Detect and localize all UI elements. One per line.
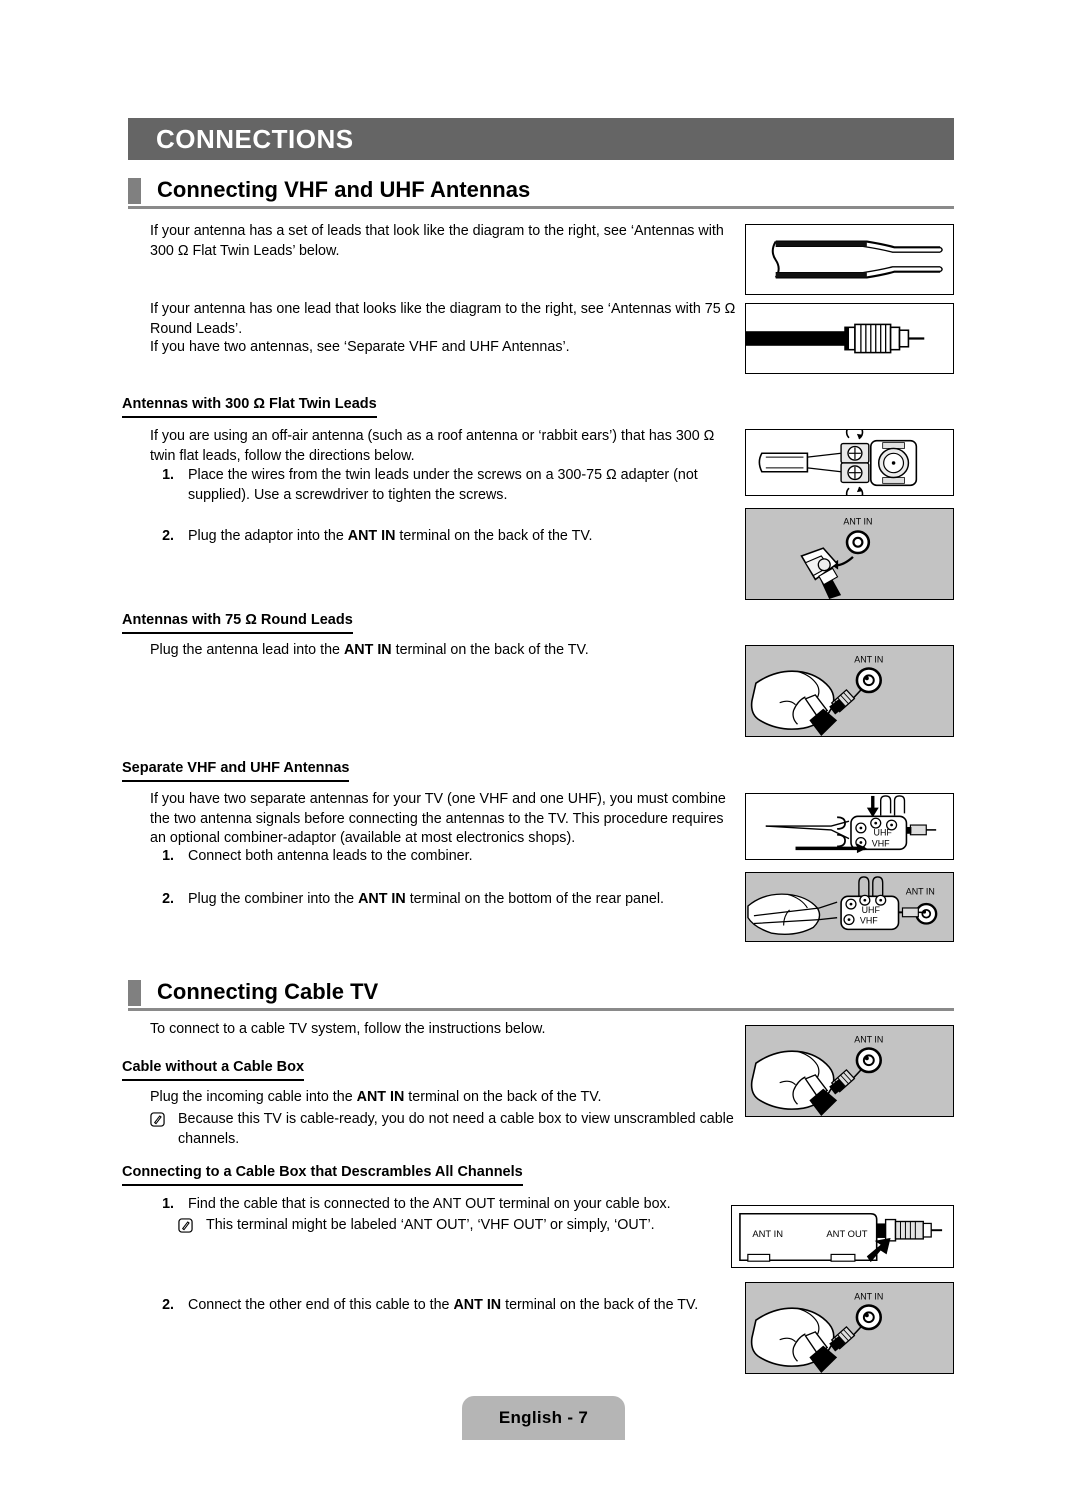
separate-body-line3: optional combiner-adaptor (available at … [169, 830, 576, 846]
descramble-step-1: 1. Find the cable that is connected to t… [150, 1195, 735, 1215]
step-number: 1. [162, 848, 174, 864]
no-box-note-line2: channels. [178, 1130, 240, 1147]
flat-twin-body: If you are using an off-air antenna (suc… [150, 427, 740, 466]
svg-text:UHF: UHF [874, 828, 893, 838]
svg-text:ANT IN: ANT IN [906, 886, 935, 896]
step2-part-c: terminal on the back of the TV. [395, 528, 593, 544]
desc-step2-term-ant-in: ANT IN [453, 1297, 502, 1313]
no-box-note-line1: Because this TV is cable-ready, you do n… [178, 1111, 734, 1127]
step-text: Connect both antenna leads to the combin… [188, 848, 473, 864]
round-leads-part-c: terminal on the back of the TV. [391, 642, 589, 658]
desc-step2-part-c: terminal on the back of the TV. [501, 1297, 699, 1313]
no-box-term-ant-in: ANT IN [356, 1089, 405, 1105]
round-leads-body: Plug the antenna lead into the ANT IN te… [150, 641, 740, 661]
flat-twin-step-1: 1. Place the wires from the twin leads u… [150, 466, 735, 505]
note-text: Because this TV is cable-ready, you do n… [178, 1110, 735, 1149]
section-heading-connecting-cable-tv: Connecting Cable TV [128, 978, 954, 1018]
illustration-cable-no-box-ant-in: ANT IN [745, 1025, 954, 1117]
separate-body-line1: If you have two separate antennas for yo… [150, 791, 726, 807]
note-icon [178, 1218, 193, 1233]
sep-step2-part-a: Plug the combiner into the [188, 891, 359, 907]
intro-paragraph-3: If you have two antennas, see ‘Separate … [150, 338, 740, 358]
section-heading-connecting-antennas: Connecting VHF and UHF Antennas [128, 176, 954, 216]
svg-text:ANT IN: ANT IN [752, 1229, 783, 1239]
svg-text:ANT OUT: ANT OUT [826, 1229, 867, 1239]
descramble-step-2: 2. Connect the other end of this cable t… [150, 1296, 735, 1316]
subheading-cable-without-box: Cable without a Cable Box [122, 1059, 305, 1081]
step1-line2: supplied). Use a screwdriver to tighten … [188, 486, 508, 503]
note-icon [150, 1112, 165, 1127]
step-text: Place the wires from the twin leads unde… [188, 466, 735, 505]
section-rule [128, 206, 954, 209]
document-page: CONNECTIONS Connecting VHF and UHF Anten… [0, 0, 1080, 1488]
svg-text:ANT IN: ANT IN [854, 1292, 883, 1302]
intro-p1-line1: If your antenna has a set of leads that … [150, 223, 724, 239]
svg-text:ANT IN: ANT IN [843, 517, 872, 527]
sep-step2-term-ant-in: ANT IN [358, 891, 406, 907]
illustration-hand-plug-round-lead: ANT IN [745, 645, 954, 737]
step-number: 2. [162, 1297, 174, 1313]
intro-paragraph-1: If your antenna has a set of leads that … [150, 222, 725, 261]
illustration-cable-box-to-tv-ant-in: ANT IN [745, 1282, 954, 1374]
illustration-flat-twin-lead-cable [745, 224, 954, 295]
illustration-300-75-adapter [745, 429, 954, 496]
subheading-flat-twin-leads: Antennas with 300 Ω Flat Twin Leads [122, 396, 377, 418]
step-number: 2. [162, 891, 174, 907]
step-number: 2. [162, 528, 174, 544]
step2-term-ant-in: ANT IN [347, 528, 396, 544]
subheading-round-leads: Antennas with 75 Ω Round Leads [122, 612, 353, 634]
subheading-separate-antennas: Separate VHF and UHF Antennas [122, 760, 350, 782]
svg-text:VHF: VHF [872, 838, 890, 848]
intro-p2-line2: Round Leads’. [150, 320, 243, 337]
chapter-header-bar: CONNECTIONS [128, 118, 954, 160]
no-box-part-c: terminal on the back of the TV. [404, 1089, 602, 1105]
no-box-note: Because this TV is cable-ready, you do n… [150, 1110, 735, 1149]
note-text: This terminal might be labeled ‘ANT OUT’… [206, 1217, 655, 1233]
desc-step2-part-a: Connect the other end of this cable to t… [188, 1297, 454, 1313]
svg-text:UHF: UHF [862, 905, 881, 915]
subheading-descrambles-all-channels: Connecting to a Cable Box that Descrambl… [122, 1164, 523, 1186]
round-leads-term-ant-in: ANT IN [343, 642, 392, 658]
separate-step-1: 1. Connect both antenna leads to the com… [150, 847, 735, 867]
chapter-title: CONNECTIONS [156, 124, 354, 154]
illustration-cable-box-rear-panel: ANT IN ANT OUT [731, 1205, 954, 1268]
intro-p1-line2: 300 Ω Flat Twin Leads’ below. [150, 242, 340, 259]
sep-step2-part-c: terminal on the bottom of the rear panel… [405, 891, 665, 907]
flat-twin-body-line2: flat leads, follow the directions below. [179, 447, 415, 464]
descramble-note: This terminal might be labeled ‘ANT OUT’… [178, 1216, 738, 1236]
svg-text:ANT IN: ANT IN [854, 655, 883, 665]
no-box-body: Plug the incoming cable into the ANT IN … [150, 1088, 740, 1108]
step-text: Plug the combiner into the ANT IN termin… [188, 890, 735, 910]
step2-part-a: Plug the adaptor into the [188, 528, 348, 544]
section-marker-icon [128, 980, 141, 1006]
no-box-part-a: Plug the incoming cable into the [150, 1089, 357, 1105]
illustration-coaxial-cable [745, 303, 954, 374]
separate-body: If you have two separate antennas for yo… [150, 790, 740, 849]
flat-twin-step-2: 2. Plug the adaptor into the ANT IN term… [150, 527, 735, 547]
svg-text:VHF: VHF [860, 916, 878, 926]
intro-p2-line1: If your antenna has one lead that looks … [150, 301, 736, 317]
step-text: Find the cable that is connected to the … [188, 1196, 671, 1212]
footer-page-tab: English - 7 [462, 1396, 625, 1440]
step-number: 1. [162, 467, 174, 483]
section-rule [128, 1008, 954, 1011]
section-title: Connecting Cable TV [157, 979, 379, 1004]
illustration-adapter-into-ant-in: ANT IN [745, 508, 954, 600]
intro-p2-line3: If you have two antennas, see ‘Separate … [150, 339, 570, 355]
step-text: Plug the adaptor into the ANT IN termina… [188, 527, 735, 547]
step1-line1: Place the wires from the twin leads unde… [188, 467, 698, 483]
illustration-combiner-adaptor: UHF VHF [745, 793, 954, 860]
illustration-combiner-into-ant-in: UHF VHF ANT IN [745, 872, 954, 942]
separate-step-2: 2. Plug the combiner into the ANT IN ter… [150, 890, 735, 910]
step-text: Connect the other end of this cable to t… [188, 1296, 735, 1316]
cable-tv-intro: To connect to a cable TV system, follow … [150, 1021, 546, 1037]
footer-page-label: English - 7 [498, 1408, 589, 1427]
step-number: 1. [162, 1196, 174, 1212]
round-leads-part-a: Plug the antenna lead into the [150, 642, 344, 658]
intro-paragraph-2: If your antenna has one lead that looks … [150, 300, 740, 339]
section-marker-icon [128, 178, 141, 204]
svg-text:ANT IN: ANT IN [854, 1035, 883, 1045]
section-title: Connecting VHF and UHF Antennas [157, 177, 531, 202]
